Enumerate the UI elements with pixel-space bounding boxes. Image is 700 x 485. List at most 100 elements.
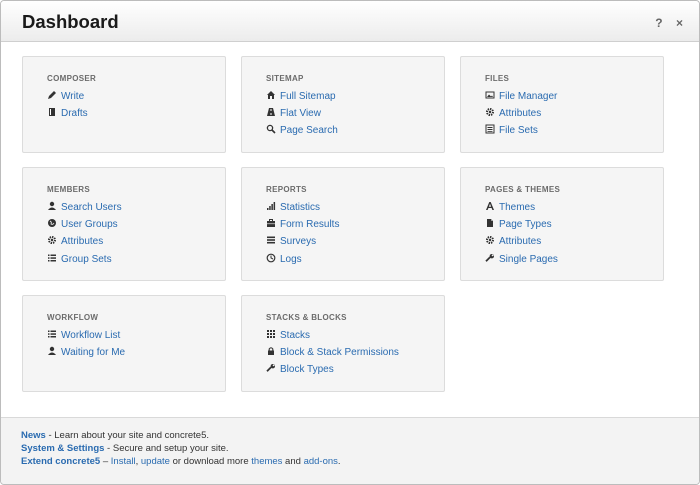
card-workflow: WORKFLOW Workflow List Waiting for Me: [22, 295, 226, 392]
user-icon: [47, 200, 57, 210]
card-title: STACKS & BLOCKS: [266, 313, 347, 322]
title-bar: Dashboard ? ×: [1, 1, 699, 42]
link-file-sets[interactable]: File Sets: [499, 125, 538, 136]
list-icon: [47, 252, 57, 262]
card-stacks-blocks: STACKS & BLOCKS Stacks Block & Stack Per…: [241, 295, 445, 392]
link-drafts[interactable]: Drafts: [61, 108, 88, 119]
link-group-sets[interactable]: Group Sets: [61, 254, 112, 265]
extend-dash: –: [100, 456, 111, 467]
list-item: Attributes: [485, 233, 558, 250]
list-item: Workflow List: [47, 327, 125, 344]
link-page-search[interactable]: Page Search: [280, 125, 338, 136]
card-composer: COMPOSER Write Drafts: [22, 56, 226, 153]
list-item: Surveys: [266, 233, 339, 250]
install-link[interactable]: Install: [111, 456, 136, 467]
footer-settings-line: System & Settings - Secure and setup you…: [21, 443, 229, 454]
font-icon: [485, 200, 495, 210]
user-icon: [47, 345, 57, 356]
close-button[interactable]: ×: [676, 16, 683, 30]
link-full-sitemap[interactable]: Full Sitemap: [280, 91, 336, 102]
footer-extend-line: Extend concrete5 – Install, update or do…: [21, 456, 341, 467]
and-text: and: [282, 456, 304, 467]
settings-description: - Secure and setup your site.: [104, 443, 229, 454]
wrench-icon: [266, 362, 276, 373]
card-sitemap: SITEMAP Full Sitemap Flat View Page Sear…: [241, 56, 445, 153]
window-controls: ? ×: [645, 16, 683, 30]
card-title: COMPOSER: [47, 74, 97, 83]
card-title: SITEMAP: [266, 74, 304, 83]
news-description: - Learn about your site and concrete5.: [45, 430, 210, 441]
link-file-attributes[interactable]: Attributes: [499, 108, 541, 119]
list-item: Search Users: [47, 199, 122, 216]
page-title: Dashboard: [22, 11, 119, 32]
tasks-icon: [266, 234, 276, 244]
file-icon: [485, 217, 495, 228]
system-settings-link[interactable]: System & Settings: [21, 443, 104, 454]
link-themes[interactable]: Themes: [499, 202, 535, 213]
link-page-attributes[interactable]: Attributes: [499, 236, 541, 247]
link-file-manager[interactable]: File Manager: [499, 91, 557, 102]
link-statistics[interactable]: Statistics: [280, 202, 320, 213]
themes-link[interactable]: themes: [251, 456, 282, 467]
list-item: File Manager: [485, 88, 557, 105]
link-member-attributes[interactable]: Attributes: [61, 236, 103, 247]
card-members: MEMBERS Search Users User Groups Attribu…: [22, 167, 226, 281]
card-files: FILES File Manager Attributes File Sets: [460, 56, 664, 153]
addons-link[interactable]: add-ons: [304, 456, 338, 467]
link-form-results[interactable]: Form Results: [280, 219, 339, 230]
home-icon: [266, 89, 276, 99]
dashboard-footer: News - Learn about your site and concret…: [1, 417, 699, 484]
link-user-groups[interactable]: User Groups: [61, 219, 118, 230]
clock-icon: [266, 252, 276, 262]
list-item: Page Search: [266, 122, 338, 139]
list-item: Drafts: [47, 105, 88, 122]
card-title: MEMBERS: [47, 185, 90, 194]
card-title: WORKFLOW: [47, 313, 99, 322]
list-item: User Groups: [47, 216, 122, 233]
list-item: Single Pages: [485, 251, 558, 268]
card-pages-themes: PAGES & THEMES Themes Page Types Attribu…: [460, 167, 664, 281]
list-item: Write: [47, 88, 88, 105]
link-surveys[interactable]: Surveys: [280, 236, 316, 247]
link-workflow-list[interactable]: Workflow List: [61, 330, 120, 341]
list-item: Attributes: [485, 105, 557, 122]
list-alt-icon: [485, 123, 495, 134]
link-single-pages[interactable]: Single Pages: [499, 254, 558, 265]
extend-concrete5-link[interactable]: Extend concrete5: [21, 456, 100, 467]
update-link[interactable]: update: [141, 456, 170, 467]
search-icon: [266, 123, 276, 134]
picture-icon: [485, 89, 495, 99]
cog-icon: [485, 106, 495, 117]
link-page-types[interactable]: Page Types: [499, 219, 552, 230]
list-item: Form Results: [266, 216, 339, 233]
card-reports: REPORTS Statistics Form Results Surveys …: [241, 167, 445, 281]
period-text: .: [337, 456, 341, 467]
list-item: Statistics: [266, 199, 339, 216]
globe-icon: [47, 217, 57, 228]
card-title: REPORTS: [266, 185, 307, 194]
link-write[interactable]: Write: [61, 91, 84, 102]
road-icon: [266, 106, 276, 117]
help-button[interactable]: ?: [655, 16, 662, 30]
link-block-types[interactable]: Block Types: [280, 364, 334, 375]
briefcase-icon: [266, 217, 276, 228]
link-search-users[interactable]: Search Users: [61, 202, 122, 213]
list-item: Waiting for Me: [47, 344, 125, 361]
list-item: Themes: [485, 199, 558, 216]
list-item: Logs: [266, 251, 339, 268]
lock-icon: [266, 345, 276, 356]
link-stacks[interactable]: Stacks: [280, 330, 310, 341]
cog-icon: [485, 234, 495, 245]
link-block-stack-permissions[interactable]: Block & Stack Permissions: [280, 347, 399, 358]
list-item: Page Types: [485, 216, 558, 233]
link-flat-view[interactable]: Flat View: [280, 108, 321, 119]
link-waiting-for-me[interactable]: Waiting for Me: [61, 347, 125, 358]
th-icon: [266, 328, 276, 338]
link-logs[interactable]: Logs: [280, 254, 302, 265]
list-item: Full Sitemap: [266, 88, 338, 105]
signal-icon: [266, 200, 276, 210]
news-link[interactable]: News: [21, 430, 46, 441]
list-item: Attributes: [47, 233, 122, 250]
list-icon: [47, 328, 57, 338]
footer-news-line: News - Learn about your site and concret…: [21, 430, 209, 441]
